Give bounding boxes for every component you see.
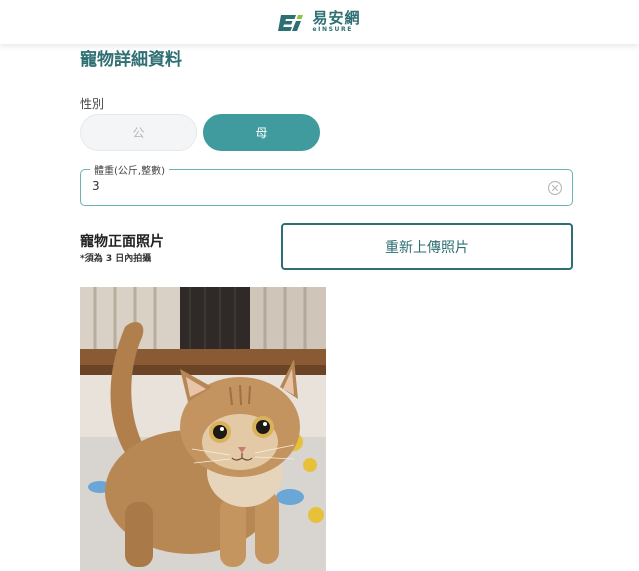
page-title: 寵物詳細資料: [80, 50, 182, 70]
gender-male-option[interactable]: 公: [80, 114, 197, 151]
gender-female-option[interactable]: 母: [203, 114, 320, 151]
gender-label: 性別: [80, 97, 105, 111]
site-logo[interactable]: 易安網 eINSURE: [278, 11, 360, 33]
weight-input[interactable]: [92, 179, 512, 193]
logo-chinese-name: 易安網: [312, 9, 361, 27]
pet-photo-title: 寵物正面照片: [80, 234, 164, 250]
logo-english-name: eINSURE: [312, 26, 353, 33]
pet-photo-note: *須為 3 日內拍攝: [80, 254, 152, 264]
weight-field-label: 體重(公斤,整數): [90, 162, 169, 177]
cat-photo-illustration: [80, 287, 326, 571]
app-header: 易安網 eINSURE: [0, 0, 639, 44]
weight-field: 體重(公斤,整數): [80, 162, 573, 206]
einsure-logo-icon: [278, 15, 304, 31]
reupload-photo-button[interactable]: 重新上傳照片: [281, 223, 573, 270]
clear-icon[interactable]: [547, 180, 563, 196]
logo-text: 易安網 eINSURE: [312, 11, 360, 33]
pet-photo-image: [80, 287, 326, 571]
